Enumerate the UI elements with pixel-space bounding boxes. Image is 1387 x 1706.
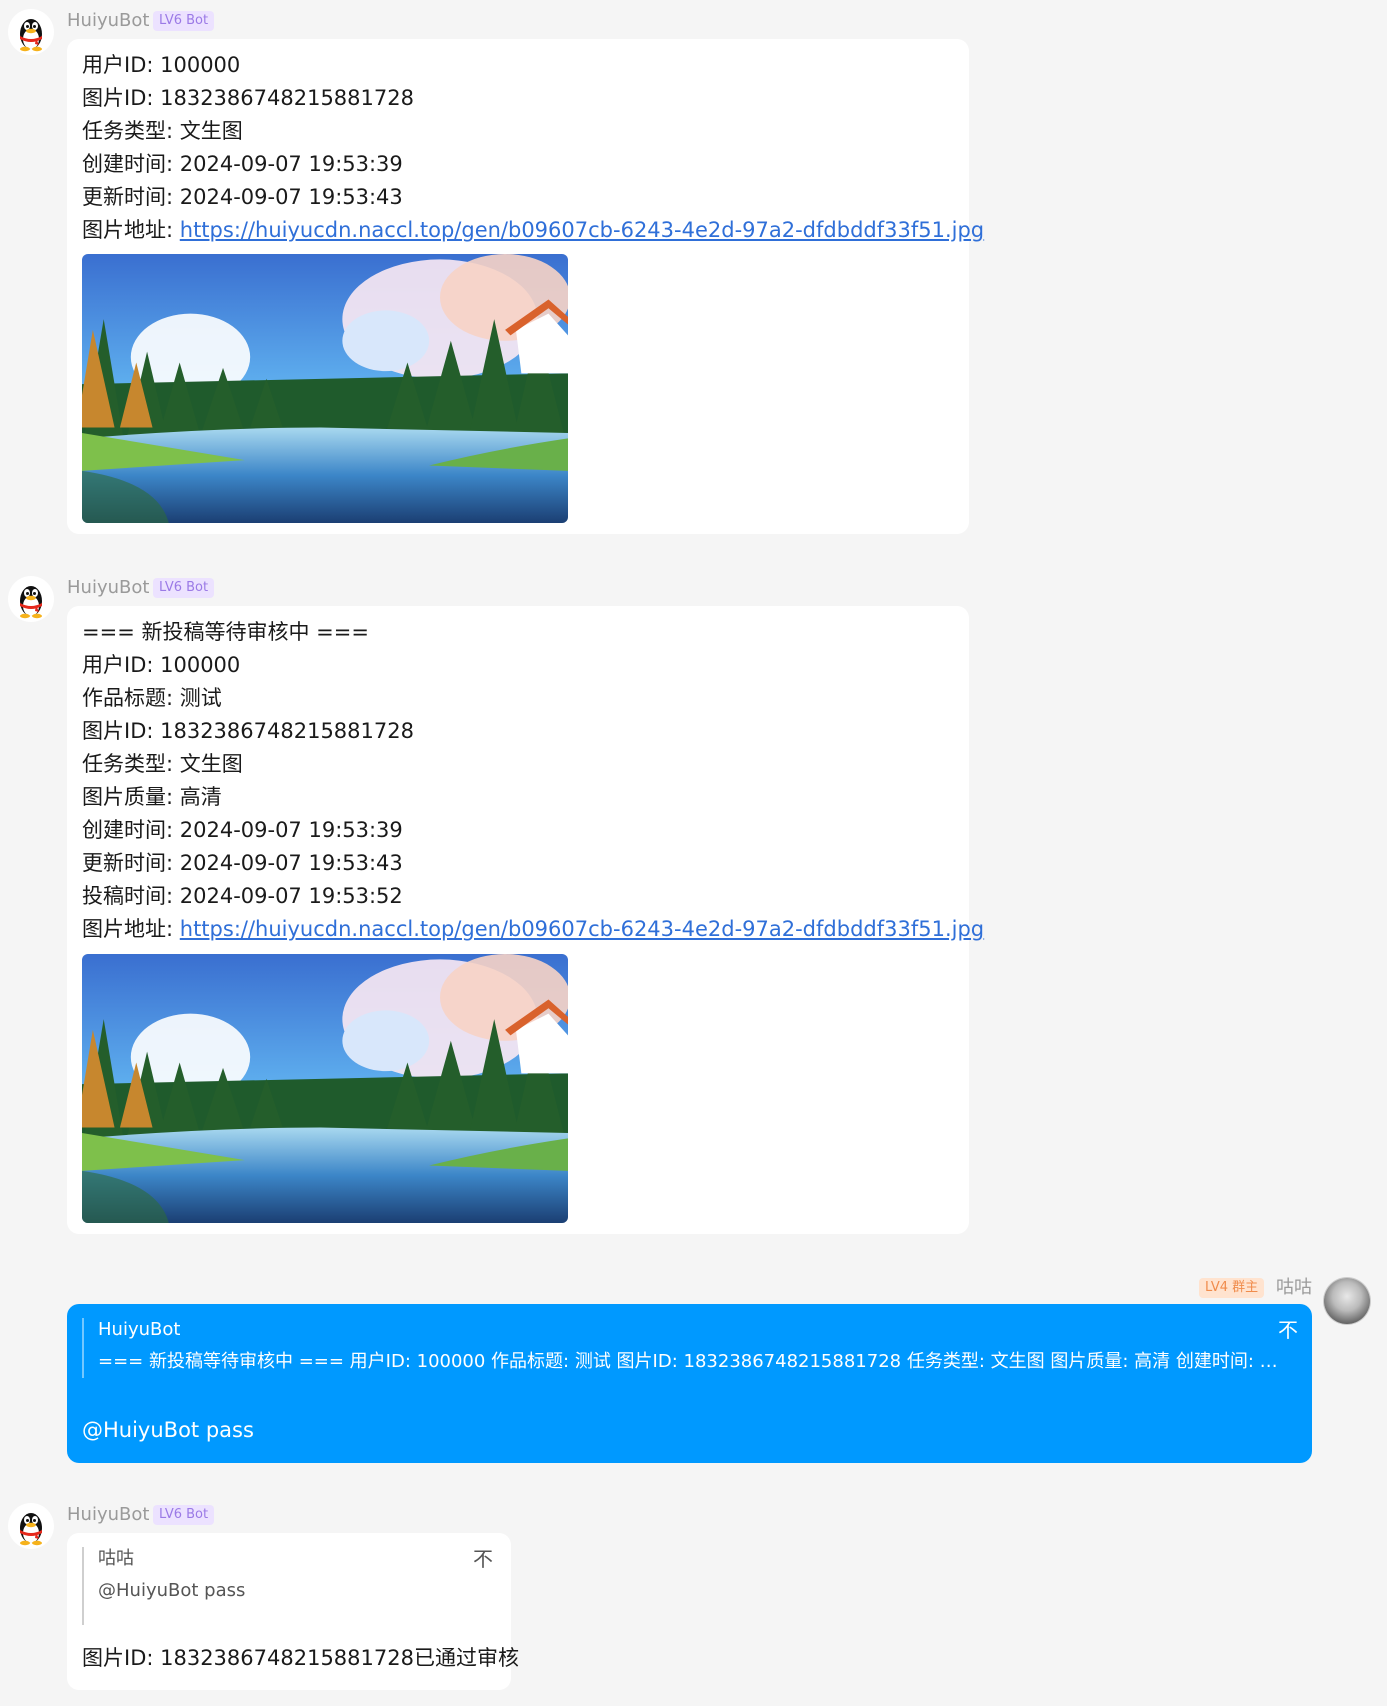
message-line: 更新时间: 2024-09-07 19:53:43: [82, 185, 403, 209]
jump-to-quote-icon[interactable]: 不: [473, 1547, 493, 1571]
sender-name[interactable]: HuiyuBot: [67, 9, 149, 33]
message-line: 任务类型: 文生图: [82, 752, 243, 776]
image-url-line: 图片地址: https://huiyucdn.naccl.top/gen/b09…: [82, 214, 984, 247]
generated-image[interactable]: [82, 254, 568, 523]
bot-avatar[interactable]: [8, 1503, 54, 1549]
quoted-message[interactable]: 咕咕 @HuiyuBot pass 不: [82, 1547, 493, 1625]
jump-to-quote-icon[interactable]: 不: [1278, 1318, 1298, 1342]
message-line: 投稿时间: 2024-09-07 19:53:52: [82, 884, 403, 908]
message-text: @HuiyuBot pass: [82, 1418, 254, 1442]
message-bubble[interactable]: === 新投稿等待审核中 === 用户ID: 100000 作品标题: 测试 图…: [67, 606, 984, 1234]
generated-image[interactable]: [82, 954, 568, 1223]
message-text: 用户ID: 100000 图片ID: 1832386748215881728 任…: [82, 49, 984, 247]
qq-penguin-icon: [8, 9, 54, 55]
message-line: 任务类型: 文生图: [82, 119, 243, 143]
image-url-line: 图片地址: https://huiyucdn.naccl.top/gen/b09…: [82, 913, 984, 946]
qq-penguin-icon: [8, 1503, 54, 1549]
image-url-link[interactable]: https://huiyucdn.naccl.top/gen/b09607cb-…: [180, 917, 984, 941]
message-line: 图片ID: 1832386748215881728: [82, 86, 414, 110]
message-line: 创建时间: 2024-09-07 19:53:39: [82, 818, 403, 842]
sender-name[interactable]: HuiyuBot: [67, 1503, 149, 1527]
quoted-text: @HuiyuBot pass: [98, 1580, 246, 1601]
bot-avatar[interactable]: [8, 9, 54, 55]
message-line: 图片ID: 1832386748215881728: [82, 719, 414, 743]
message-text: === 新投稿等待审核中 === 用户ID: 100000 作品标题: 测试 图…: [82, 616, 984, 946]
landscape-image: [82, 254, 568, 523]
message-bubble[interactable]: 用户ID: 100000 图片ID: 1832386748215881728 任…: [67, 39, 984, 534]
bot-avatar[interactable]: [8, 576, 54, 622]
message-line: 用户ID: 100000: [82, 653, 241, 677]
group-owner-badge: LV4 群主: [1199, 1278, 1265, 1298]
qq-penguin-icon: [8, 576, 54, 622]
level-badge: LV6 Bot: [153, 578, 215, 598]
user-avatar[interactable]: [1324, 1278, 1370, 1324]
sender-name[interactable]: 咕咕: [1276, 1276, 1312, 1300]
level-badge: LV6 Bot: [153, 1505, 215, 1525]
quoted-message[interactable]: HuiyuBot === 新投稿等待审核中 === 用户ID: 100000 作…: [82, 1318, 1298, 1378]
sender-name[interactable]: HuiyuBot: [67, 576, 149, 600]
landscape-image: [82, 954, 568, 1223]
message-line: 用户ID: 100000: [82, 53, 241, 77]
image-url-label: 图片地址:: [82, 218, 180, 242]
image-url-link[interactable]: https://huiyucdn.naccl.top/gen/b09607cb-…: [180, 218, 984, 242]
message-line: === 新投稿等待审核中 ===: [82, 620, 369, 644]
message-line: 创建时间: 2024-09-07 19:53:39: [82, 152, 403, 176]
message-line: 作品标题: 测试: [82, 686, 222, 710]
message-line: 更新时间: 2024-09-07 19:53:43: [82, 851, 403, 875]
quoted-sender: HuiyuBot: [98, 1319, 181, 1340]
quoted-sender: 咕咕: [98, 1548, 134, 1569]
message-line: 图片质量: 高清: [82, 785, 222, 809]
image-url-label: 图片地址:: [82, 917, 180, 941]
quoted-text: === 新投稿等待审核中 === 用户ID: 100000 作品标题: 测试 图…: [98, 1351, 1278, 1372]
message-text: 图片ID: 1832386748215881728已通过审核: [82, 1646, 519, 1670]
message-bubble[interactable]: 咕咕 @HuiyuBot pass 不 图片ID: 18323867482158…: [67, 1533, 519, 1690]
self-message-bubble[interactable]: HuiyuBot === 新投稿等待审核中 === 用户ID: 100000 作…: [67, 1304, 1312, 1463]
level-badge: LV6 Bot: [153, 11, 215, 31]
